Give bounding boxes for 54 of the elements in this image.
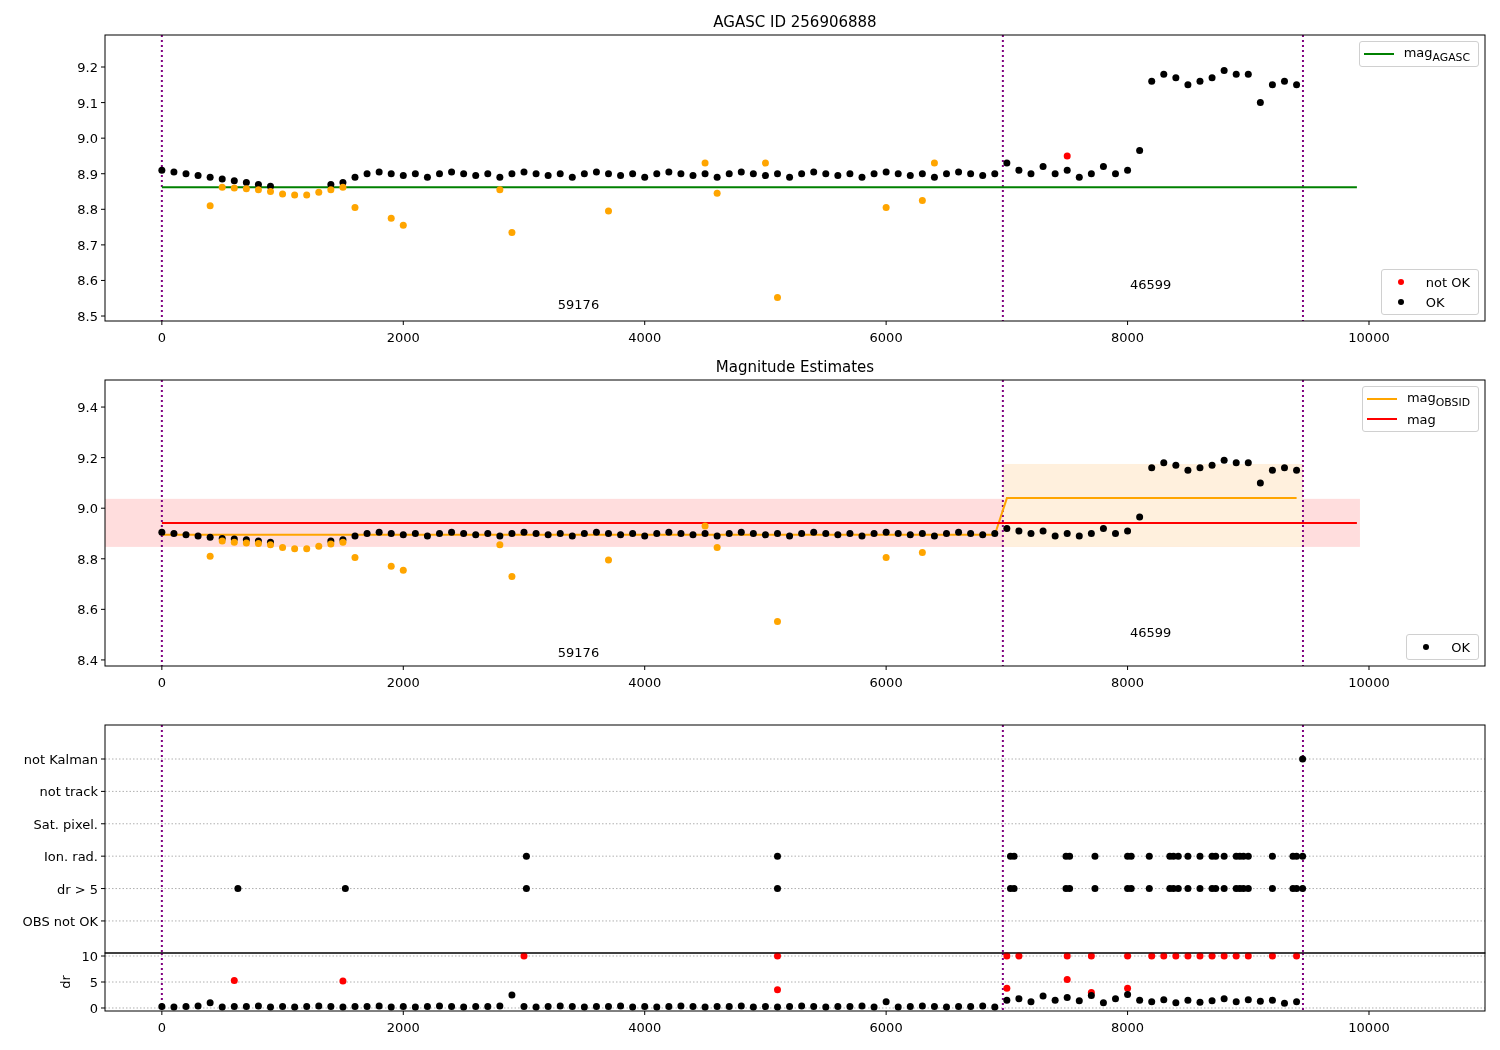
axis-tick-label: not Kalman xyxy=(23,752,98,767)
axis-tick-label: 8.8 xyxy=(77,202,98,218)
axis-tick-label: 8.9 xyxy=(77,166,98,182)
annotation-label: 59176 xyxy=(557,645,600,661)
axis-tick-label: 6000 xyxy=(869,1020,903,1035)
axis-tick-label: 9.2 xyxy=(77,450,98,466)
axis-label: dr xyxy=(58,975,73,989)
axis-tick-label: 4000 xyxy=(628,330,662,345)
axis-tick-label: 10000 xyxy=(1348,330,1390,345)
annotation-label: 46599 xyxy=(1130,625,1172,641)
axis-tick-label: 8000 xyxy=(1111,675,1145,690)
legend-label: OK xyxy=(1451,639,1470,655)
chart-title: Magnitude Estimates xyxy=(715,358,875,376)
axis-tick-label: 9.2 xyxy=(77,60,98,75)
axis-tick-label: 2000 xyxy=(386,1020,420,1035)
axis-tick-label: 8.6 xyxy=(77,602,98,618)
annotation-label: 46599 xyxy=(1130,277,1172,293)
legend-label: not OK xyxy=(1425,274,1470,290)
axis-tick-label: 0 xyxy=(157,330,166,345)
axis-tick-label: 8000 xyxy=(1111,330,1145,345)
legend-label: mag$_{OBSID}$ xyxy=(1406,389,1470,409)
axis-tick-label: 9.1 xyxy=(77,95,98,111)
axis-tick-label: 8000 xyxy=(1111,1020,1145,1035)
axis-tick-label: OBS not OK xyxy=(22,913,98,929)
axis-tick-label: 9.0 xyxy=(77,501,98,517)
axis-tick-label: 9.0 xyxy=(77,131,98,147)
axis-tick-label: dr > 5 xyxy=(56,881,98,897)
axis-tick-label: 10000 xyxy=(1348,1020,1390,1035)
legend-label: mag xyxy=(1406,411,1436,427)
axis-tick-label: 8.8 xyxy=(77,551,98,567)
axis-tick-label: Sat. pixel. xyxy=(33,816,98,832)
chart-title: AGASC ID 256906888 xyxy=(713,13,877,31)
axis-tick-label: 5 xyxy=(89,975,98,990)
legend-label: OK xyxy=(1425,294,1445,310)
axis-tick-label: 6000 xyxy=(869,330,903,345)
annotation-label: 59176 xyxy=(557,296,600,312)
axis-tick-label: 0 xyxy=(157,1020,166,1035)
axis-tick-label: 4000 xyxy=(628,675,662,690)
axis-tick-label: 0 xyxy=(157,675,166,690)
legend-label: mag$_{AGASC}$ xyxy=(1403,44,1470,64)
axis-tick-label: 2000 xyxy=(386,330,420,345)
axis-tick-label: 6000 xyxy=(869,675,903,690)
axis-tick-label: Ion. rad. xyxy=(44,849,98,865)
axis-tick-label: 8.6 xyxy=(77,273,98,289)
axis-tick-label: 8.7 xyxy=(77,237,98,253)
axis-tick-label: 0 xyxy=(89,1001,98,1016)
axis-tick-label: 8.5 xyxy=(77,309,98,324)
axis-tick-label: 8.4 xyxy=(77,652,98,668)
axis-tick-label: 10000 xyxy=(1348,675,1390,690)
axis-tick-label: 2000 xyxy=(386,675,420,690)
axis-tick-label: 4000 xyxy=(628,1020,662,1035)
axis-tick-label: not track xyxy=(39,784,98,800)
axis-tick-label: 10 xyxy=(81,949,98,964)
axis-tick-label: 9.4 xyxy=(77,400,98,416)
